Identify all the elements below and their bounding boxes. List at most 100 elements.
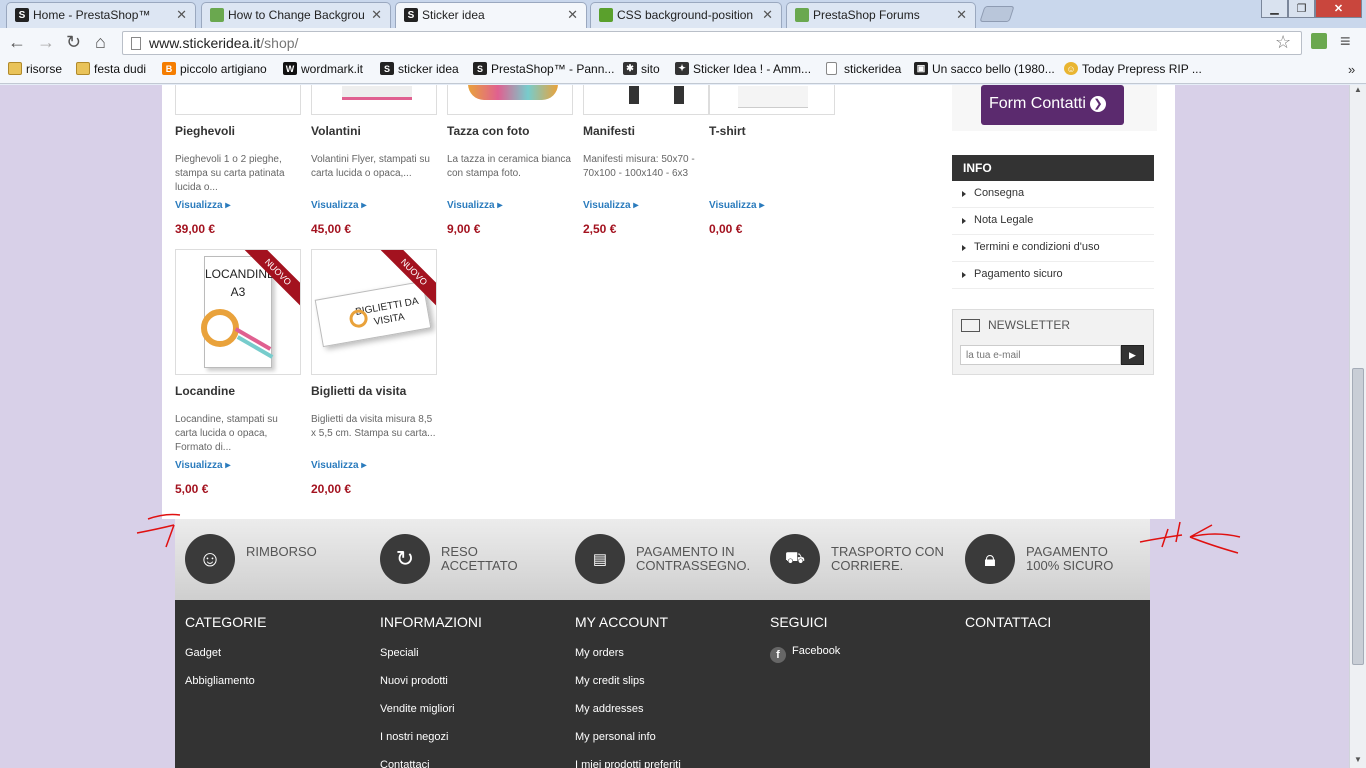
footer-link[interactable]: Gadget — [185, 647, 221, 659]
product-link[interactable]: Visualizza ▸ — [311, 460, 366, 471]
close-icon[interactable]: ✕ — [567, 7, 578, 23]
close-icon[interactable]: ✕ — [176, 7, 187, 23]
bookmark-festa-dudi[interactable]: festa dudi — [76, 62, 146, 76]
footer-link[interactable]: Speciali — [380, 647, 419, 659]
bookmark-label: sito — [641, 62, 660, 76]
bookmark-sito[interactable]: ✱ sito — [623, 62, 660, 76]
product-name[interactable]: Biglietti da visita — [311, 384, 406, 398]
product-link[interactable]: Visualizza ▸ — [175, 200, 230, 211]
scrollbar-thumb[interactable] — [1352, 368, 1364, 665]
bookmark-sticker-idea-amm[interactable]: ✦ Sticker Idea ! - Amm... — [675, 62, 811, 76]
product-image[interactable]: BIGLIETTI DA VISITA NUOVO — [311, 249, 437, 375]
reload-icon[interactable]: ↻ — [66, 32, 81, 52]
home-icon[interactable]: ⌂ — [95, 32, 106, 52]
close-icon[interactable]: ✕ — [762, 7, 773, 23]
footer: CATEGORIE Gadget Abbigliamento INFORMAZI… — [175, 600, 1150, 768]
tab-sticker-idea[interactable]: S Sticker idea ✕ — [395, 2, 587, 29]
address-bar[interactable]: www.stickeridea.it/shop/ — [122, 31, 1302, 55]
bookmark-risorse[interactable]: risorse — [8, 62, 62, 76]
bookmark-today-prepress[interactable]: ☺ Today Prepress RIP ... — [1064, 62, 1202, 76]
product-link[interactable]: Visualizza ▸ — [447, 200, 502, 211]
smiley-icon: ☺ — [185, 534, 235, 584]
info-item-label: Termini e condizioni d'uso — [974, 241, 1100, 253]
product-link-label: Visualizza — [311, 460, 359, 471]
tshirt-illustration — [738, 86, 808, 108]
product-name[interactable]: Volantini — [311, 124, 361, 138]
more-bookmarks-icon[interactable]: » — [1348, 62, 1355, 77]
scroll-down-icon[interactable]: ▼ — [1354, 755, 1362, 764]
folder-icon — [8, 62, 22, 75]
product-name[interactable]: T-shirt — [709, 124, 746, 138]
bookmark-stickeridea[interactable]: stickeridea — [826, 62, 901, 76]
info-item-pagamento[interactable]: Pagamento sicuro — [952, 262, 1154, 289]
bookmark-label: PrestaShop™ - Pann... — [491, 62, 615, 76]
footer-link[interactable]: My credit slips — [575, 675, 645, 687]
flyer-illustration — [342, 86, 412, 100]
extension-icon[interactable] — [1311, 33, 1327, 49]
bookmark-wordmark[interactable]: Wwordmark.it — [283, 62, 363, 76]
forward-arrow-icon[interactable]: → — [37, 32, 55, 52]
newsletter-submit-button[interactable]: ▶ — [1121, 345, 1144, 365]
info-item-label: Consegna — [974, 187, 1025, 199]
close-icon[interactable]: ✕ — [956, 7, 967, 23]
bookmark-label: sticker idea — [398, 62, 459, 76]
product-name[interactable]: Tazza con foto — [447, 124, 529, 138]
footer-link[interactable]: My orders — [575, 647, 624, 659]
footer-heading: INFORMAZIONI — [380, 614, 482, 630]
contact-form-button[interactable]: Form Contatti ❯ — [981, 85, 1124, 125]
bookmark-star-icon[interactable]: ☆ — [1275, 32, 1291, 53]
footer-link[interactable]: I miei prodotti preferiti — [575, 759, 681, 768]
bookmark-prestashop-pannello[interactable]: S PrestaShop™ - Pann... — [473, 62, 614, 76]
footer-link[interactable]: Contattaci — [380, 759, 430, 768]
product-link[interactable]: Visualizza ▸ — [311, 200, 366, 211]
product-image[interactable] — [709, 85, 835, 115]
new-tab-button[interactable] — [979, 6, 1015, 22]
bookmark-sticker-idea[interactable]: Ssticker idea — [380, 62, 459, 76]
tab-home[interactable]: S Home - PrestaShop™ ✕ — [6, 2, 196, 28]
page-scrollbar[interactable]: ▲ ▼ — [1349, 85, 1366, 768]
product-description: Volantini Flyer, stampati su carta lucid… — [311, 154, 430, 179]
facebook-icon: f — [770, 647, 786, 663]
bookmark-piccolo-artigiano[interactable]: Bpiccolo artigiano — [162, 62, 267, 76]
footer-link[interactable]: Vendite migliori — [380, 703, 455, 715]
product-name[interactable]: Locandine — [175, 384, 235, 398]
newsletter-email-input[interactable] — [960, 345, 1121, 365]
product-link[interactable]: Visualizza ▸ — [709, 200, 764, 211]
product-link-label: Visualizza — [175, 200, 223, 211]
footer-link[interactable]: I nostri negozi — [380, 731, 448, 743]
arrow-right-icon: ▸ — [633, 200, 639, 211]
scroll-up-icon[interactable]: ▲ — [1354, 85, 1362, 94]
product-name[interactable]: Pieghevoli — [175, 124, 235, 138]
menu-icon[interactable]: ≡ — [1340, 32, 1351, 50]
bookmark-un-sacco-bello[interactable]: ▣ Un sacco bello (1980... — [914, 62, 1055, 76]
maximize-button[interactable]: ❐ — [1288, 0, 1315, 18]
product-image[interactable] — [447, 85, 573, 115]
footer-facebook-link[interactable]: f Facebook — [770, 645, 840, 663]
info-item-nota-legale[interactable]: Nota Legale — [952, 208, 1154, 235]
footer-link[interactable]: Nuovi prodotti — [380, 675, 448, 687]
close-icon[interactable]: ✕ — [371, 7, 382, 23]
product-link[interactable]: Visualizza ▸ — [583, 200, 638, 211]
product-image[interactable]: LOCANDINE A3 NUOVO — [175, 249, 301, 375]
product-link[interactable]: Visualizza ▸ — [175, 460, 230, 471]
product-image[interactable] — [583, 85, 709, 115]
product-image[interactable] — [175, 85, 301, 115]
tab-prestashop-forums[interactable]: PrestaShop Forums ✕ — [786, 2, 976, 28]
tab-how-to-change[interactable]: How to Change Backgrou ✕ — [201, 2, 391, 28]
footer-link[interactable]: My personal info — [575, 731, 656, 743]
product-image[interactable] — [311, 85, 437, 115]
info-item-termini[interactable]: Termini e condizioni d'uso — [952, 235, 1154, 262]
footer-link[interactable]: Abbigliamento — [185, 675, 255, 687]
cash-icon: ▤ — [575, 534, 625, 584]
prestashop-icon: S — [15, 8, 29, 22]
tab-css-background[interactable]: CSS background-position ✕ — [590, 2, 782, 28]
page-viewport: Pieghevoli Pieghevoli 1 o 2 pieghe, stam… — [0, 85, 1349, 768]
back-arrow-icon[interactable]: ← — [8, 32, 26, 52]
arrow-right-icon: ▸ — [361, 200, 367, 211]
info-item-consegna[interactable]: Consegna — [952, 181, 1154, 208]
footer-link[interactable]: My addresses — [575, 703, 643, 715]
reassurance-item: ↻ RESO ACCETTATO — [370, 534, 560, 586]
minimize-button[interactable]: ▁ — [1261, 0, 1288, 18]
product-name[interactable]: Manifesti — [583, 124, 635, 138]
window-close-button[interactable]: ✕ — [1315, 0, 1362, 18]
